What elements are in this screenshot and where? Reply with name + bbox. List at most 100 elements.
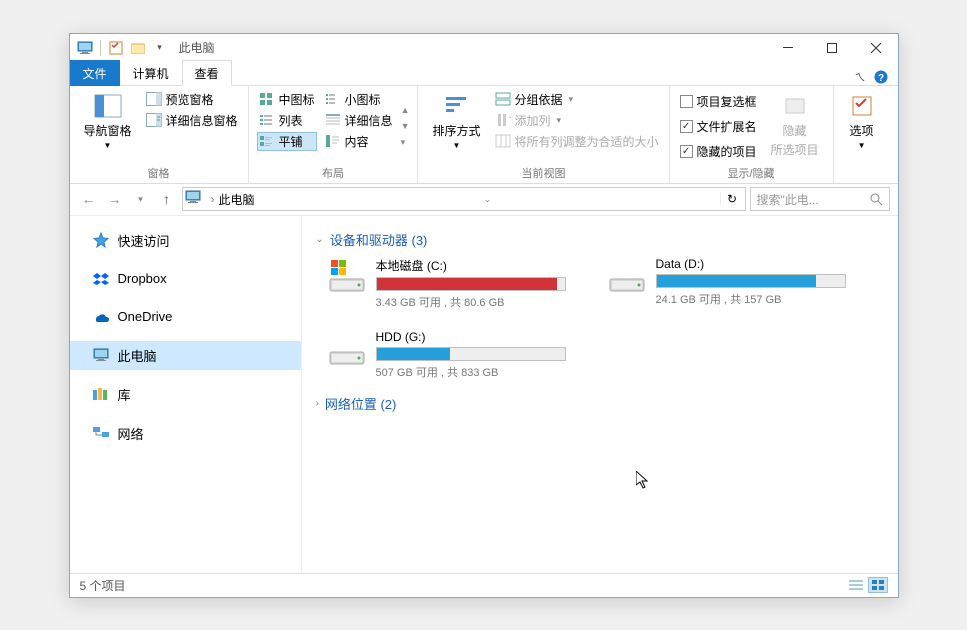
layout-small-icons[interactable]: 小图标 xyxy=(323,90,395,109)
group-header-network[interactable]: › 网络位置 (2) xyxy=(316,394,884,413)
layout-list[interactable]: 列表 xyxy=(257,111,317,130)
options-button[interactable]: 选项 ▼ xyxy=(842,90,882,167)
properties-icon[interactable] xyxy=(107,39,125,57)
status-bar: 5 个项目 xyxy=(70,573,898,597)
separator xyxy=(100,40,101,56)
group-label-currentview: 当前视图 xyxy=(426,163,660,183)
drive-name: 本地磁盘 (C:) xyxy=(376,257,578,274)
group-header-drives[interactable]: ⌄ 设备和驱动器 (3) xyxy=(316,230,884,249)
layout-medium-icons[interactable]: 中图标 xyxy=(257,90,317,109)
drive-item[interactable]: Data (D:)24.1 GB 可用 , 共 157 GB xyxy=(608,257,858,310)
qat-dropdown-icon[interactable]: ▾ xyxy=(151,39,169,57)
ribbon-tabs: 文件 计算机 查看 ㄟ ? xyxy=(70,62,898,86)
refresh-button[interactable]: ↻ xyxy=(720,192,742,206)
chevron-down-icon: ⌄ xyxy=(316,234,324,245)
sidebar-item-onedrive[interactable]: OneDrive xyxy=(70,303,301,331)
minimize-button[interactable] xyxy=(766,34,810,62)
window-title: 此电脑 xyxy=(179,39,215,56)
sidebar-item-quick-access[interactable]: 快速访问 xyxy=(70,226,301,255)
address-bar[interactable]: › 此电脑 ⌄ ↻ xyxy=(182,187,746,211)
group-label-panes: 窗格 xyxy=(78,163,240,183)
sidebar-label: Dropbox xyxy=(118,271,167,286)
ribbon-group-layout: 中图标 列表 平铺 小图标 详细信息 内容 ▲ ▼ ▾ 布局 xyxy=(249,86,419,183)
drive-name: HDD (G:) xyxy=(376,330,578,344)
sort-by-button[interactable]: 排序方式 ▼ xyxy=(426,90,486,163)
explorer-window: ▾ 此电脑 文件 计算机 查看 ㄟ ? 导航窗格 ▼ xyxy=(69,33,899,598)
tab-computer[interactable]: 计算机 xyxy=(120,60,182,86)
group-label-showhide: 显示/隐藏 xyxy=(678,163,825,183)
collapse-ribbon-icon[interactable]: ㄟ xyxy=(855,69,866,85)
group-by-button[interactable]: 分组依据▾ xyxy=(493,90,661,109)
sidebar-label: 网络 xyxy=(118,424,144,443)
details-pane-button[interactable]: 详细信息窗格 xyxy=(144,111,240,130)
quick-access-toolbar: ▾ xyxy=(76,39,169,57)
nav-pane-label: 导航窗格 xyxy=(84,122,132,139)
content-area[interactable]: ⌄ 设备和驱动器 (3) 本地磁盘 (C:) 3.43 GB 可用 , 共 80.… xyxy=(302,216,898,573)
new-folder-icon[interactable] xyxy=(129,39,147,57)
drive-name: Data (D:) xyxy=(656,257,858,271)
address-dropdown-icon[interactable]: ⌄ xyxy=(477,194,499,205)
view-tiles-icon[interactable] xyxy=(868,577,888,593)
file-ext-toggle[interactable]: ✓文件扩展名 xyxy=(678,117,759,136)
sidebar-label: 此电脑 xyxy=(118,346,157,365)
drive-usage-bar xyxy=(656,274,846,288)
dropbox-icon xyxy=(92,270,110,288)
size-columns-button: 将所有列调整为合适的大小 xyxy=(493,132,661,151)
sidebar-label: OneDrive xyxy=(118,309,173,324)
drive-item[interactable]: HDD (G:) 507 GB 可用 , 共 833 GB xyxy=(328,330,578,380)
drive-stats: 507 GB 可用 , 共 833 GB xyxy=(376,364,578,380)
recent-dropdown[interactable]: ▾ xyxy=(130,188,152,210)
preview-pane-button[interactable]: 预览窗格 xyxy=(144,90,240,109)
group-label-options xyxy=(842,167,882,183)
crumb-this-pc[interactable]: 此电脑 xyxy=(219,191,255,208)
sidebar-label: 库 xyxy=(118,385,131,404)
up-button[interactable]: ↑ xyxy=(156,188,178,210)
back-button[interactable]: ← xyxy=(78,188,100,210)
drive-item[interactable]: 本地磁盘 (C:) 3.43 GB 可用 , 共 80.6 GB xyxy=(328,257,578,310)
search-box[interactable]: 搜索"此电... xyxy=(750,187,890,211)
drive-stats: 3.43 GB 可用 , 共 80.6 GB xyxy=(376,294,578,310)
search-icon xyxy=(870,193,883,206)
ribbon: 导航窗格 ▼ 预览窗格 详细信息窗格 窗格 中图标 列表 平铺 xyxy=(70,86,898,184)
layout-scroll-down[interactable]: ▼ xyxy=(401,121,410,131)
navigation-sidebar: 快速访问 Dropbox OneDrive 此电脑 库 网络 xyxy=(70,216,302,573)
maximize-button[interactable] xyxy=(810,34,854,62)
nav-pane-button[interactable]: 导航窗格 ▼ xyxy=(78,90,138,152)
layout-expand[interactable]: ▾ xyxy=(401,137,410,148)
libraries-icon xyxy=(92,385,110,403)
layout-details[interactable]: 详细信息 xyxy=(323,111,395,130)
layout-tiles[interactable]: 平铺 xyxy=(257,132,317,151)
close-button[interactable] xyxy=(854,34,898,62)
onedrive-icon xyxy=(92,308,110,326)
help-icon[interactable]: ? xyxy=(874,70,888,84)
sidebar-item-libraries[interactable]: 库 xyxy=(70,380,301,409)
ribbon-group-panes: 导航窗格 ▼ 预览窗格 详细信息窗格 窗格 xyxy=(70,86,249,183)
item-checkboxes-toggle[interactable]: 项目复选框 xyxy=(678,92,759,111)
svg-text:+: + xyxy=(509,113,511,124)
address-row: ← → ▾ ↑ › 此电脑 ⌄ ↻ 搜索"此电... xyxy=(70,184,898,216)
drive-icon xyxy=(328,330,366,368)
location-pc-icon xyxy=(185,190,203,208)
view-details-icon[interactable] xyxy=(846,577,866,593)
svg-text:?: ? xyxy=(877,73,883,84)
layout-content[interactable]: 内容 xyxy=(323,132,395,151)
search-placeholder: 搜索"此电... xyxy=(757,191,819,208)
sidebar-item-network[interactable]: 网络 xyxy=(70,419,301,448)
layout-scroll-up[interactable]: ▲ xyxy=(401,105,410,115)
crumb-chevron[interactable]: › xyxy=(211,192,215,206)
sidebar-item-this-pc[interactable]: 此电脑 xyxy=(70,341,301,370)
group-label-layout: 布局 xyxy=(257,163,410,183)
tab-view[interactable]: 查看 xyxy=(182,60,232,86)
ribbon-group-currentview: 排序方式 ▼ 分组依据▾ +添加列▾ 将所有列调整为合适的大小 当前视图 xyxy=(418,86,669,183)
drive-icon xyxy=(608,257,646,295)
pc-icon xyxy=(76,39,94,57)
tab-file[interactable]: 文件 xyxy=(70,60,120,86)
forward-button: → xyxy=(104,188,126,210)
ribbon-group-showhide: 项目复选框 ✓文件扩展名 ✓隐藏的项目 隐藏 所选项目 显示/隐藏 xyxy=(670,86,834,183)
titlebar[interactable]: ▾ 此电脑 xyxy=(70,34,898,62)
sidebar-item-dropbox[interactable]: Dropbox xyxy=(70,265,301,293)
network-icon xyxy=(92,424,110,442)
hidden-items-toggle[interactable]: ✓隐藏的项目 xyxy=(678,142,759,161)
chevron-right-icon: › xyxy=(316,398,319,409)
drives-list: 本地磁盘 (C:) 3.43 GB 可用 , 共 80.6 GB Data (D:)… xyxy=(328,257,884,380)
